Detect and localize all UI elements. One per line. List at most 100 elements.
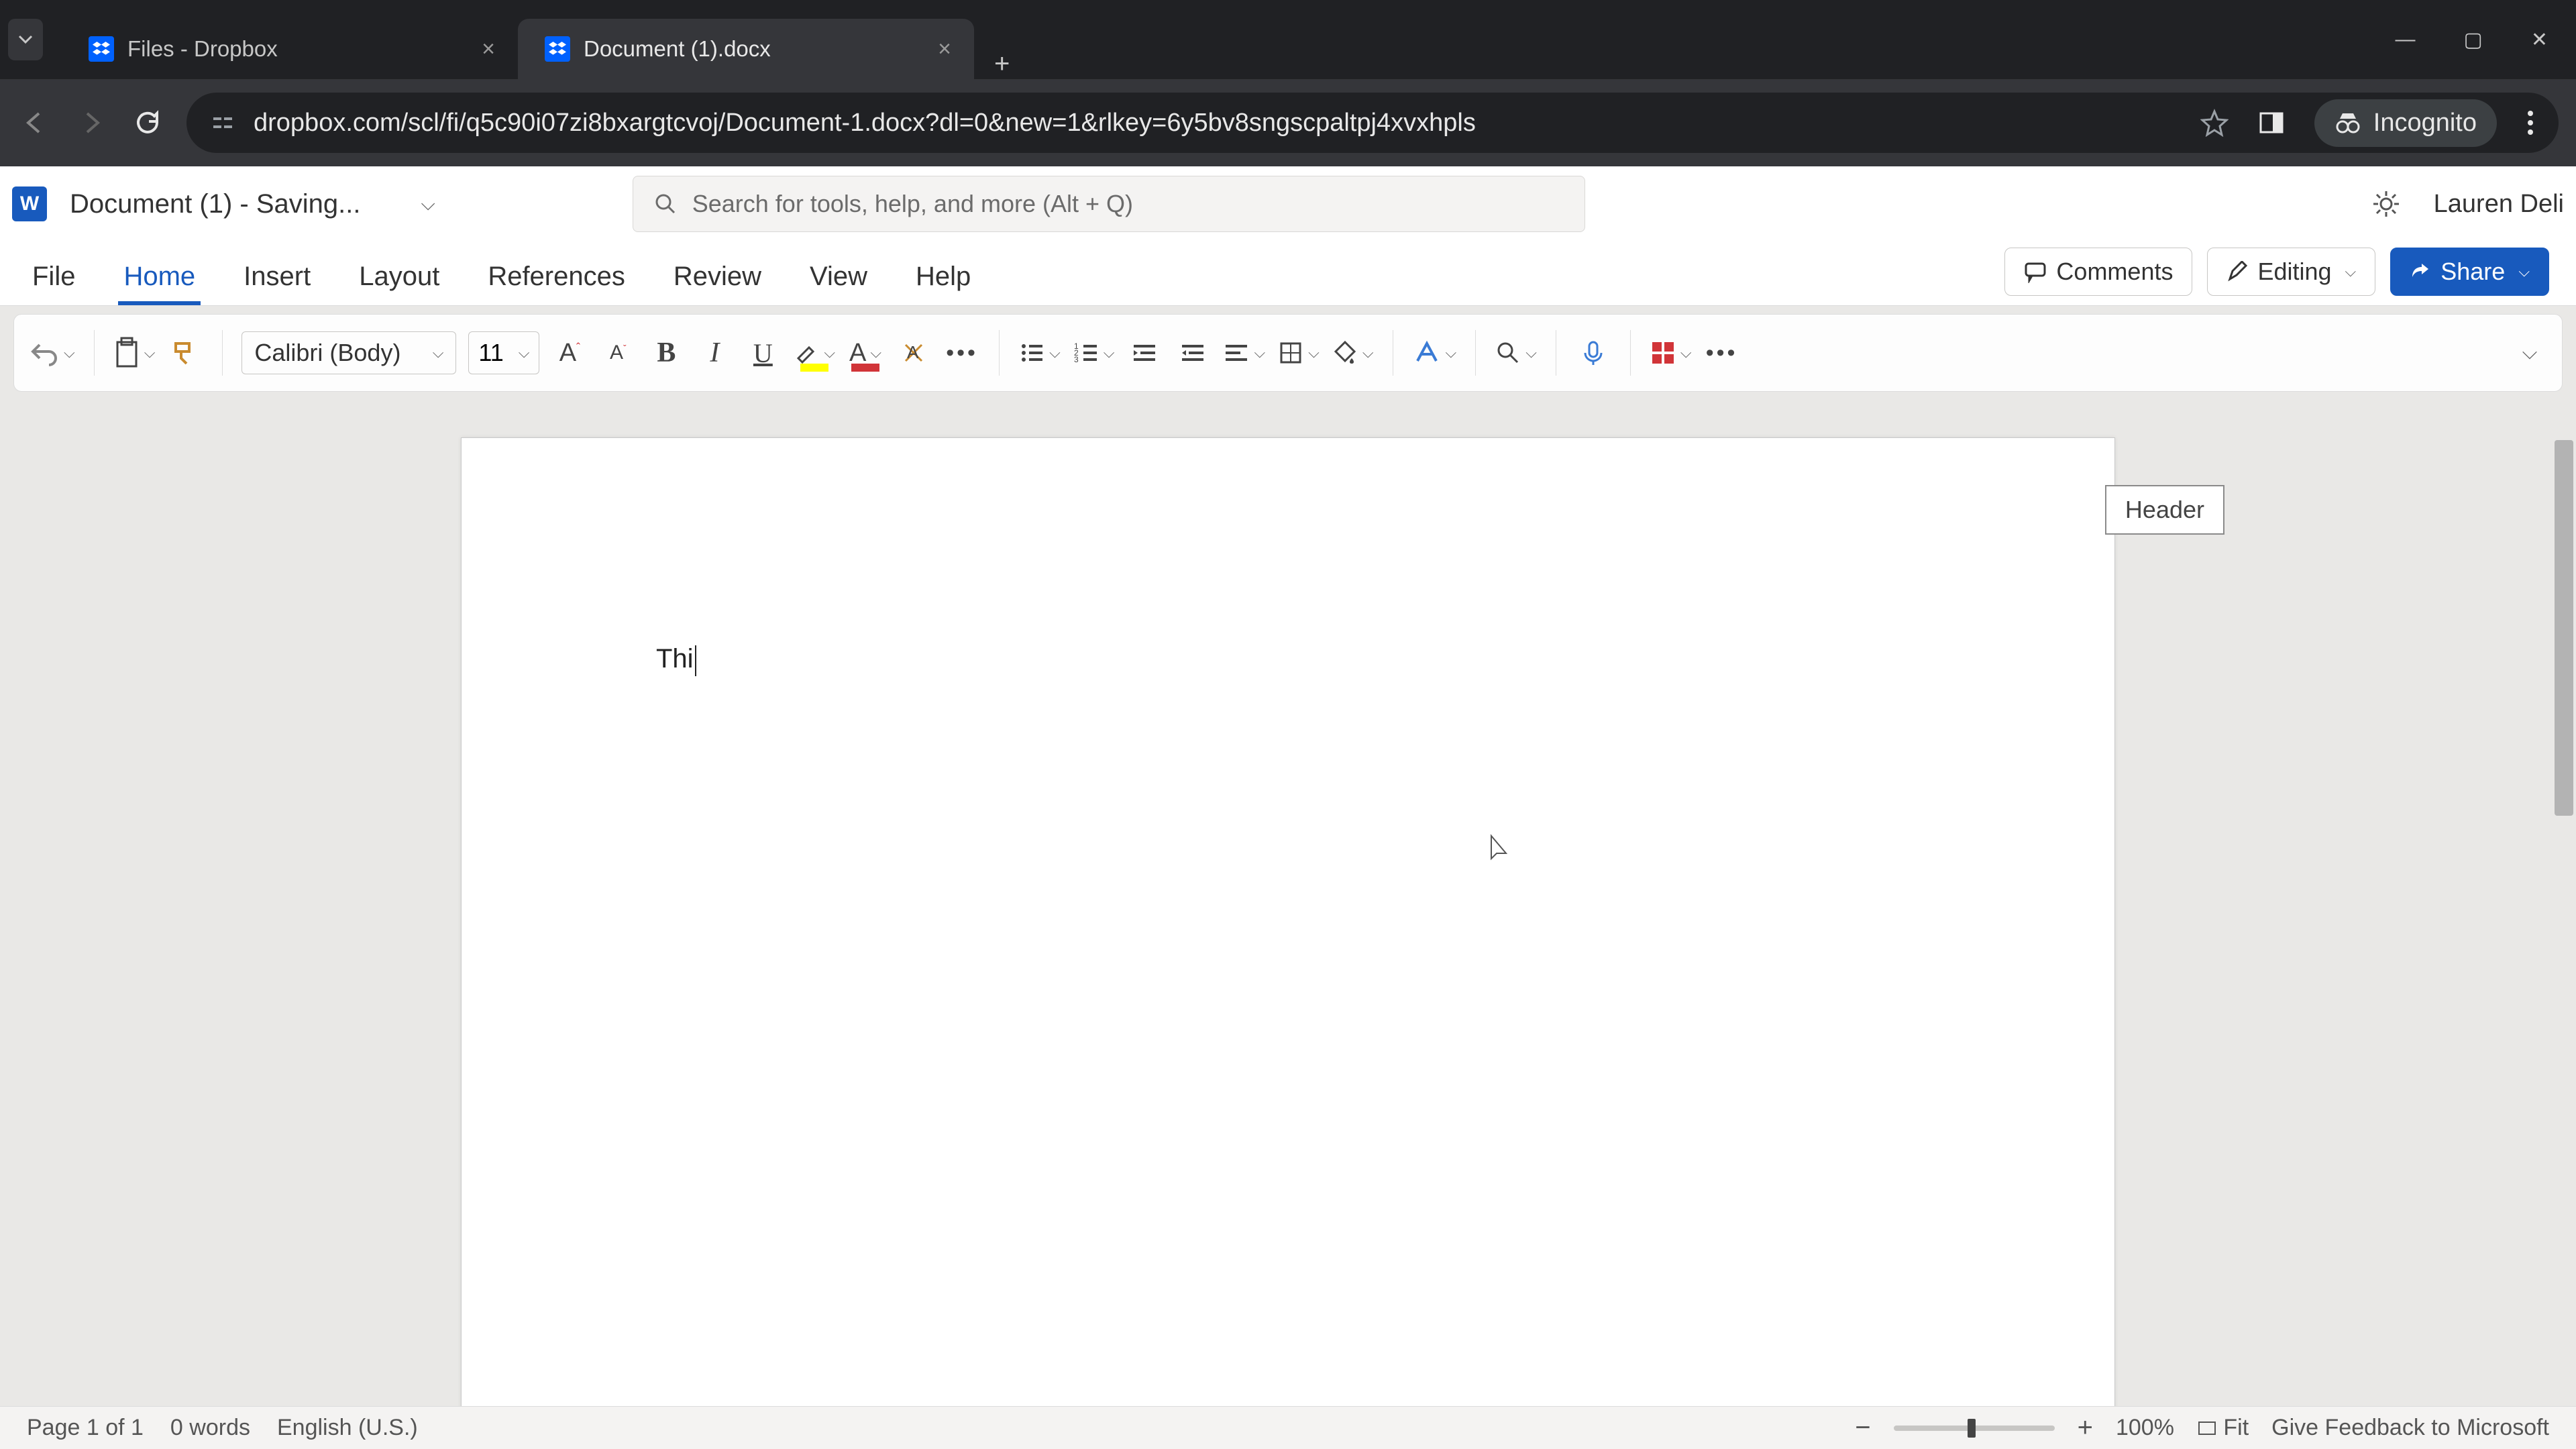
window-controls: — ▢ ✕ — [2396, 28, 2569, 52]
ribbon-tabs: File Home Insert Layout References Revie… — [0, 241, 2576, 306]
collapse-ribbon-button[interactable]: ⌵ — [2510, 331, 2546, 374]
url-text: dropbox.com/scl/fi/q5c90i07zi8bxargtcvoj… — [254, 109, 1476, 138]
format-painter-button[interactable] — [167, 331, 203, 374]
close-icon[interactable]: × — [938, 36, 951, 62]
word-count[interactable]: 0 words — [170, 1415, 250, 1441]
incognito-label: Incognito — [2373, 109, 2477, 138]
share-icon — [2410, 261, 2431, 282]
word-online-app: W Document (1) - Saving... ⌵ Search for … — [0, 166, 2576, 1406]
bookmark-star-icon[interactable] — [2200, 109, 2229, 137]
search-icon — [653, 192, 678, 216]
font-family-select[interactable]: Calibri (Body)⌵ — [241, 331, 456, 374]
align-button[interactable]: ⌵ — [1223, 331, 1265, 374]
highlight-button[interactable]: ⌵ — [793, 331, 835, 374]
document-body-text[interactable]: Thi — [656, 642, 696, 676]
tab-title: Files - Dropbox — [127, 36, 468, 62]
document-page[interactable]: Header Thi — [461, 437, 2115, 1406]
document-canvas[interactable]: Header Thi — [0, 400, 2576, 1406]
tab-insert[interactable]: Insert — [238, 251, 316, 305]
new-tab-button[interactable]: + — [974, 49, 1030, 79]
back-button[interactable] — [17, 105, 52, 140]
maximize-button[interactable]: ▢ — [2464, 28, 2483, 52]
borders-button[interactable]: ⌵ — [1277, 331, 1320, 374]
zoom-level[interactable]: 100% — [2116, 1415, 2174, 1441]
app-header: W Document (1) - Saving... ⌵ Search for … — [0, 166, 2576, 241]
tab-view[interactable]: View — [804, 251, 873, 305]
document-title[interactable]: Document (1) - Saving... — [70, 189, 361, 219]
dropbox-icon — [89, 36, 114, 62]
browser-toolbar: dropbox.com/scl/fi/q5c90i07zi8bxargtcvoj… — [0, 79, 2576, 166]
bullet-list-button[interactable]: ⌵ — [1018, 331, 1061, 374]
editing-label: Editing — [2257, 258, 2331, 286]
more-font-button[interactable]: ••• — [944, 331, 980, 374]
pencil-icon — [2226, 261, 2248, 282]
dropbox-icon — [545, 36, 570, 62]
tab-file[interactable]: File — [27, 251, 80, 305]
comments-button[interactable]: Comments — [2004, 248, 2192, 296]
dictate-button[interactable] — [1575, 331, 1611, 374]
browser-tab-document[interactable]: Document (1).docx × — [518, 19, 974, 79]
shading-button[interactable]: ⌵ — [1332, 331, 1374, 374]
formatting-toolbar: ⌵ ⌵ Calibri (Body)⌵ 11⌵ Aˆ Aˇ B I U ⌵ A⌵… — [13, 314, 2563, 392]
increase-indent-button[interactable] — [1175, 331, 1211, 374]
share-button[interactable]: Share ⌵ — [2390, 248, 2549, 296]
tab-review[interactable]: Review — [668, 251, 767, 305]
tab-references[interactable]: References — [482, 251, 631, 305]
forward-button[interactable] — [74, 105, 109, 140]
minimize-button[interactable]: — — [2396, 28, 2416, 52]
share-label: Share — [2440, 258, 2505, 286]
title-chevron-icon[interactable]: ⌵ — [421, 193, 435, 215]
mouse-cursor-icon — [1489, 834, 1509, 862]
address-bar[interactable]: dropbox.com/scl/fi/q5c90i07zi8bxargtcvoj… — [186, 93, 2559, 153]
page-count[interactable]: Page 1 of 1 — [27, 1415, 144, 1441]
decrease-indent-button[interactable] — [1126, 331, 1163, 374]
browser-tab-files[interactable]: Files - Dropbox × — [62, 19, 518, 79]
tab-layout[interactable]: Layout — [354, 251, 445, 305]
text-cursor — [695, 645, 696, 676]
zoom-slider[interactable] — [1894, 1426, 2055, 1431]
user-name[interactable]: Lauren Deli — [2434, 190, 2564, 219]
designer-button[interactable]: ⌵ — [1650, 331, 1692, 374]
search-box[interactable]: Search for tools, help, and more (Alt + … — [633, 176, 1585, 232]
number-list-button[interactable]: 123⌵ — [1073, 331, 1115, 374]
zoom-thumb[interactable] — [1968, 1419, 1976, 1438]
header-region-label[interactable]: Header — [2105, 485, 2224, 535]
browser-tab-strip: Files - Dropbox × Document (1).docx × + … — [0, 0, 2576, 79]
language-status[interactable]: English (U.S.) — [277, 1415, 418, 1441]
more-commands-button[interactable]: ••• — [1704, 331, 1740, 374]
find-button[interactable]: ⌵ — [1495, 331, 1537, 374]
font-color-button[interactable]: A⌵ — [847, 331, 883, 374]
undo-button[interactable]: ⌵ — [30, 331, 75, 374]
incognito-badge[interactable]: Incognito — [2314, 99, 2497, 147]
reload-button[interactable] — [130, 105, 165, 140]
bold-button[interactable]: B — [648, 331, 684, 374]
close-icon[interactable]: × — [482, 36, 495, 62]
tab-home[interactable]: Home — [118, 251, 201, 305]
incognito-icon — [2334, 109, 2361, 136]
shrink-font-button[interactable]: Aˇ — [600, 331, 636, 374]
side-panel-icon[interactable] — [2258, 109, 2285, 136]
word-icon[interactable]: W — [12, 186, 47, 221]
grow-font-button[interactable]: Aˆ — [551, 331, 588, 374]
fit-button[interactable]: Fit — [2197, 1415, 2249, 1441]
italic-button[interactable]: I — [696, 331, 733, 374]
tab-search-button[interactable] — [8, 19, 43, 60]
font-size-select[interactable]: 11⌵ — [468, 331, 539, 374]
close-window-button[interactable]: ✕ — [2531, 28, 2548, 52]
browser-menu-icon[interactable] — [2526, 109, 2534, 136]
chevron-down-icon: ⌵ — [2345, 263, 2357, 280]
zoom-out-button[interactable]: − — [1855, 1413, 1870, 1443]
editing-mode-button[interactable]: Editing ⌵ — [2207, 248, 2375, 296]
underline-button[interactable]: U — [745, 331, 781, 374]
feedback-link[interactable]: Give Feedback to Microsoft — [2271, 1415, 2549, 1441]
vertical-scrollbar[interactable] — [2555, 440, 2573, 816]
site-settings-icon[interactable] — [211, 111, 235, 135]
styles-button[interactable]: ⌵ — [1412, 331, 1457, 374]
status-bar: Page 1 of 1 0 words English (U.S.) − + 1… — [0, 1406, 2576, 1449]
clear-format-button[interactable]: A — [896, 331, 932, 374]
svg-text:3: 3 — [1074, 355, 1079, 364]
paste-button[interactable]: ⌵ — [113, 331, 156, 374]
zoom-in-button[interactable]: + — [2078, 1413, 2093, 1443]
tab-help[interactable]: Help — [910, 251, 976, 305]
gear-icon[interactable] — [2371, 189, 2402, 219]
